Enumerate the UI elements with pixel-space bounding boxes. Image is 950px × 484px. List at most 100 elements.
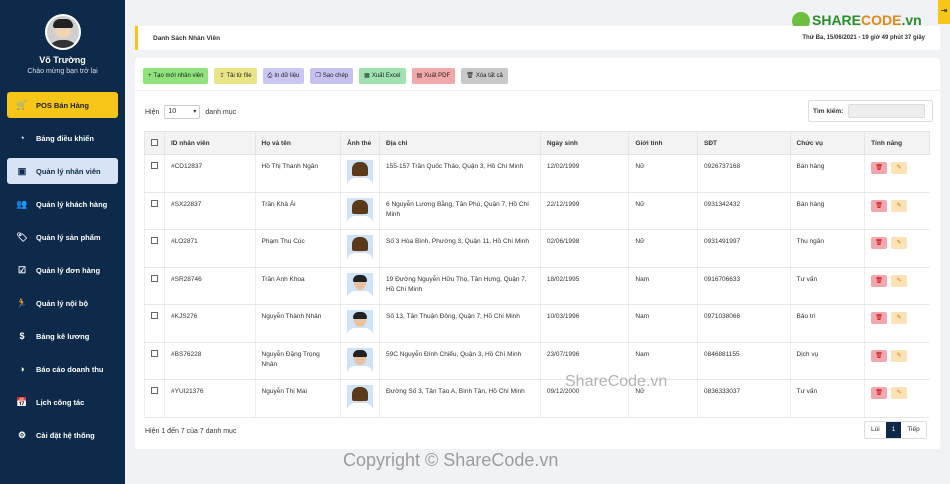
column-header[interactable]: Địa chỉ	[379, 131, 541, 155]
pencil-icon: ✎	[896, 352, 902, 359]
tag-icon: 🏷	[16, 231, 28, 242]
search-box: Tìm kiếm:	[808, 100, 933, 122]
row-checkbox[interactable]	[151, 237, 158, 244]
pager-next[interactable]: Tiếp	[901, 422, 925, 438]
cell-dob: 12/02/1999	[539, 154, 629, 193]
cell-actions: 🗑 ✎	[864, 192, 930, 230]
cell-photo	[340, 342, 380, 380]
trash-icon: 🗑	[875, 390, 883, 396]
row-checkbox[interactable]	[151, 162, 158, 169]
table-row: #BS76228 Nguyễn Đặng Trọng Nhân 59C Nguyễn…	[144, 342, 930, 380]
row-select-cell	[144, 229, 165, 268]
toolbar-button-label: Tạo mới nhân viên	[153, 73, 204, 79]
edit-button[interactable]: ✎	[891, 162, 908, 174]
page-title: Danh Sách Nhân Viên	[153, 34, 221, 42]
cell-role: Thu ngân	[789, 229, 865, 268]
sidebar: Võ Trường Chào mừng bạn trở lại 🛒 POS Bán…	[0, 0, 125, 484]
sidebar-item-1[interactable]: ◔ Bảng điều khiển	[7, 125, 118, 151]
sidebar-item-label: Quản lý nội bộ	[36, 298, 89, 308]
toolbar-button-4[interactable]: ▦ Xuất Excel	[359, 68, 406, 84]
edit-button[interactable]: ✎	[891, 274, 908, 287]
length-select[interactable]: 10 ▾	[164, 105, 201, 119]
toolbar-button-label: Sao chép	[322, 73, 349, 79]
cell-name: Trần Anh Khoa	[254, 267, 341, 305]
sidebar-item-7[interactable]: $ Bảng kê lương	[7, 323, 118, 349]
delete-button[interactable]: 🗑	[871, 237, 888, 249]
trash-icon: 🗑	[875, 202, 883, 209]
edit-button[interactable]: ✎	[891, 387, 908, 399]
sidebar-item-label: Cài đặt hệ thống	[36, 430, 95, 440]
column-header[interactable]: Tính năng	[864, 131, 930, 155]
select-all-checkbox[interactable]	[151, 138, 158, 146]
toolbar-button-3[interactable]: ❐ Sao chép	[310, 68, 354, 84]
pager-prev[interactable]: Lùi	[865, 422, 886, 438]
delete-button[interactable]: 🗑	[871, 349, 888, 362]
row-checkbox[interactable]	[151, 312, 158, 319]
running-icon: 🏃	[16, 297, 28, 308]
select-all-cell	[144, 131, 165, 155]
sidebar-item-label: POS Bán Hàng	[36, 100, 89, 110]
cell-name: Nguyễn Thị Mai	[254, 379, 341, 418]
delete-button[interactable]: 🗑	[871, 199, 888, 212]
delete-button[interactable]: 🗑	[871, 312, 888, 324]
toolbar-button-0[interactable]: + Tạo mới nhân viên	[143, 68, 209, 84]
sidebar-item-5[interactable]: ☑ Quản lý đơn hàng	[7, 257, 118, 283]
toolbar-button-label: Xuất PDF	[424, 73, 451, 79]
row-select-cell	[144, 304, 165, 343]
edit-button[interactable]: ✎	[891, 199, 908, 212]
copy-icon: ❐	[315, 73, 321, 79]
profile: Võ Trường Chào mừng bạn trở lại	[0, 0, 125, 75]
row-checkbox[interactable]	[151, 274, 158, 282]
sidebar-item-10[interactable]: ⚙ Cài đặt hệ thống	[7, 422, 118, 448]
column-header[interactable]: Họ và tên	[254, 131, 342, 155]
avatar[interactable]	[44, 14, 81, 50]
sidebar-item-label: Quản lý nhân viên	[36, 166, 101, 176]
edit-button[interactable]: ✎	[891, 237, 908, 249]
row-checkbox[interactable]	[151, 199, 158, 207]
pager-current[interactable]: 1	[885, 422, 902, 438]
cell-photo	[340, 192, 380, 230]
sidebar-item-9[interactable]: 📅 Lịch công tác	[7, 389, 118, 415]
column-header[interactable]: SĐT	[696, 131, 791, 155]
cell-address: Số 3 Hòa Bình, Phường 3, Quận 11, Hồ Chí…	[379, 229, 541, 268]
cell-id: #CD12837	[164, 154, 256, 193]
sidebar-item-8[interactable]: ◑ Báo cáo doanh thu	[7, 356, 118, 382]
cell-role: Bán hàng	[789, 154, 865, 193]
edit-button[interactable]: ✎	[891, 349, 908, 362]
column-header[interactable]: ID nhân viên	[164, 131, 256, 155]
cell-actions: 🗑 ✎	[864, 229, 930, 268]
toolbar-button-1[interactable]: ⇪ Tải từ file	[214, 68, 257, 84]
sidebar-item-2[interactable]: ▣ Quản lý nhân viên	[7, 158, 118, 184]
toolbar-button-label: Xóa tất cả	[475, 73, 503, 79]
column-header[interactable]: Chức vụ	[789, 131, 866, 155]
delete-button[interactable]: 🗑	[871, 162, 888, 174]
cell-name: Trần Khả Ái	[254, 192, 341, 230]
cell-phone: 0931342432	[696, 192, 791, 230]
column-header[interactable]: Ngày sinh	[539, 131, 630, 155]
toolbar-button-2[interactable]: ⎙ In dữ liệu	[262, 68, 305, 84]
cell-role: Bán hàng	[789, 192, 865, 230]
delete-button[interactable]: 🗑	[871, 387, 888, 399]
column-header[interactable]: Ảnh thẻ	[340, 131, 381, 155]
row-checkbox[interactable]	[151, 349, 158, 357]
toolbar-button-label: Xuất Excel	[371, 73, 401, 79]
sidebar-item-3[interactable]: 👥 Quản lý khách hàng	[7, 191, 118, 217]
sidebar-item-0[interactable]: 🛒 POS Bán Hàng	[7, 92, 118, 118]
trash-icon: 🗑	[875, 240, 883, 246]
toolbar-button-5[interactable]: ▤ Xuất PDF	[411, 68, 456, 84]
logout-button[interactable]: ⇥	[938, 0, 950, 24]
toolbar-button-6[interactable]: 🗑 Xóa tất cả	[461, 68, 508, 84]
length-control: Hiện 10 ▾ danh mục	[145, 105, 236, 119]
delete-button[interactable]: 🗑	[871, 274, 888, 287]
column-header[interactable]: Giới tính	[628, 131, 698, 155]
sidebar-item-6[interactable]: 🏃 Quản lý nội bộ	[7, 290, 118, 316]
toolbar-button-label: In dữ liệu	[274, 73, 300, 79]
search-input[interactable]	[848, 104, 926, 118]
row-checkbox[interactable]	[151, 387, 158, 394]
trash-icon: 🗑	[875, 165, 883, 171]
edit-button[interactable]: ✎	[891, 312, 908, 324]
table-row: #SR28746 Trần Anh Khoa 19 Đường Nguyễn Hữu…	[144, 267, 930, 305]
sidebar-item-4[interactable]: 🏷 Quản lý sản phẩm	[7, 224, 118, 250]
pencil-icon: ✎	[896, 315, 902, 321]
watermark-inline: ShareCode.vn	[565, 373, 668, 390]
